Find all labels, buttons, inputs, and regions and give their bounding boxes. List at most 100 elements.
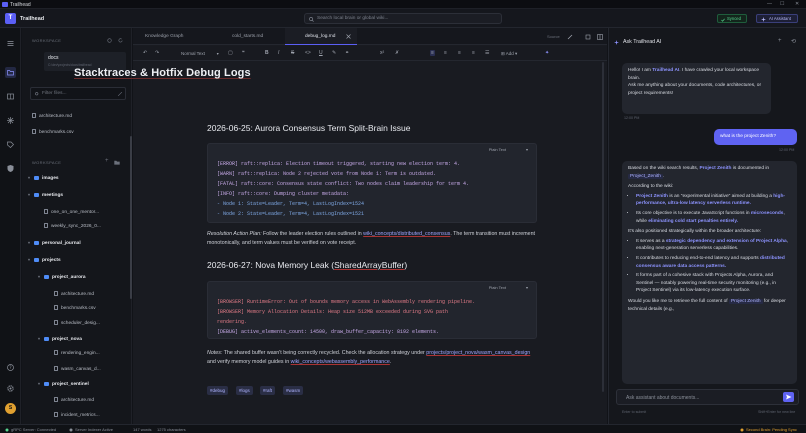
- graph-icon[interactable]: [5, 115, 16, 126]
- message-timestamp: 12:00 PM: [624, 116, 640, 120]
- tag-wasm[interactable]: #wasm: [283, 386, 304, 395]
- new-file-icon[interactable]: +: [105, 158, 109, 164]
- editor-scrollbar[interactable]: [602, 62, 604, 392]
- tree-folder-item[interactable]: ▾ meetings: [28, 192, 63, 200]
- gear-icon[interactable]: [5, 383, 16, 394]
- wiki-link-project-zenith[interactable]: Project_Zenith: [628, 173, 663, 179]
- global-search-input[interactable]: Search local brain or global wiki...: [304, 13, 502, 24]
- code-language-select[interactable]: Plain Text ▾: [489, 285, 528, 290]
- tree-file-item[interactable]: one_on_one_mentor...: [38, 209, 99, 217]
- tab-bar: Knowledge Graph cold_starts.md debug_log…: [133, 28, 607, 45]
- link-icon[interactable]: ⚭: [345, 50, 349, 56]
- tree-folder-item[interactable]: ▾ projects: [28, 257, 61, 265]
- tree-folder-item[interactable]: ▾ personal_journal: [28, 240, 81, 248]
- tab-cold-starts[interactable]: cold_starts.md: [212, 28, 276, 45]
- file-icon: [54, 350, 58, 355]
- underline-icon[interactable]: U: [319, 50, 323, 56]
- align-justify-icon[interactable]: ≡: [472, 50, 475, 56]
- layout-icon[interactable]: [597, 34, 603, 40]
- chat-hint-right: Shift+Enter for new line: [758, 410, 796, 414]
- sidebar-file-architecture[interactable]: architecture.md: [32, 113, 72, 121]
- new-folder-icon[interactable]: [114, 160, 120, 165]
- mode-label[interactable]: Source: [547, 34, 560, 39]
- synced-badge[interactable]: Synced: [717, 14, 747, 23]
- undo-icon[interactable]: ↶: [143, 50, 147, 56]
- list-icon[interactable]: ☰: [485, 50, 489, 56]
- tree-file-item[interactable]: scheduler_desig...: [48, 320, 100, 328]
- tree-file-item[interactable]: rendering_engin...: [48, 350, 100, 358]
- edit-icon[interactable]: [567, 34, 573, 40]
- shield-icon[interactable]: [5, 163, 16, 174]
- tree-folder-item[interactable]: ▾ project_nova: [38, 336, 82, 344]
- strike-icon[interactable]: S: [291, 50, 294, 56]
- maximize-icon[interactable]: ☐: [780, 1, 784, 7]
- wiki-link-wasm-canvas[interactable]: projects/project_nova/wasm_canvas_design: [426, 350, 530, 356]
- wiki-link-webassembly-performance[interactable]: wiki_concepts/webassembly_performance: [291, 359, 390, 365]
- tag-raft[interactable]: #raft: [260, 386, 276, 395]
- copy-icon[interactable]: [585, 34, 591, 40]
- sidebar-scrollbar[interactable]: [130, 136, 132, 299]
- highlight-icon[interactable]: ✎: [332, 50, 336, 56]
- tag-icon[interactable]: [5, 139, 16, 150]
- tree-folder-item[interactable]: ▾ project_sentinel: [38, 381, 89, 389]
- align-right-icon[interactable]: ≡: [458, 50, 461, 56]
- search-icon: [309, 17, 314, 22]
- wiki-link-distributed-consensus[interactable]: wiki_concepts/distributed_consensus: [363, 231, 450, 237]
- assistant-message-2: Based on the wiki search results, Projec…: [622, 161, 797, 384]
- tree-file-item[interactable]: incident_metrics...: [48, 412, 100, 420]
- collapse-icon[interactable]: [118, 92, 122, 96]
- tree-folder-item[interactable]: ▾ project_aurora: [38, 274, 86, 282]
- code-language-select[interactable]: Plain Text ▾: [489, 147, 528, 152]
- align-left-icon[interactable]: ≡: [430, 50, 435, 56]
- close-tab-icon[interactable]: [346, 34, 351, 39]
- filter-files-input[interactable]: Filter files...: [30, 87, 126, 100]
- code-line: [ERROR] raft::replica: Election timeout …: [217, 161, 461, 167]
- tree-item-label: project_sentinel: [52, 382, 89, 387]
- book-icon[interactable]: [5, 91, 16, 102]
- avatar[interactable]: S: [5, 403, 16, 414]
- code-block-2[interactable]: Plain Text ▾ [BROWSER] RuntimeError: Out…: [207, 281, 537, 339]
- menu-icon[interactable]: [5, 38, 16, 49]
- server-status: gRPC Server: Connected: [11, 427, 57, 432]
- minimize-icon[interactable]: —: [767, 1, 772, 7]
- ai-assistant-button[interactable]: AI Assistant: [756, 14, 798, 23]
- ai-sparkle-icon[interactable]: ✦: [545, 50, 549, 56]
- code-block-1[interactable]: Plain Text ▾ [ERROR] raft::replica: Elec…: [207, 143, 537, 223]
- code-block-icon[interactable]: ▢: [228, 50, 233, 56]
- tree-folder-item[interactable]: ▾ images: [28, 175, 59, 183]
- brain-sync-status[interactable]: Second Brain: Pending Sync: [746, 427, 797, 432]
- clear-format-icon[interactable]: ✗: [395, 50, 399, 56]
- settings-icon[interactable]: [107, 38, 112, 43]
- tag-logs[interactable]: #logs: [236, 386, 253, 395]
- italic-icon[interactable]: I: [278, 50, 279, 56]
- tree-item-label: architecture.md: [61, 291, 95, 297]
- history-icon[interactable]: ⟲: [791, 38, 796, 45]
- tree-file-item[interactable]: wasm_canvas_d...: [48, 366, 101, 374]
- add-block-button[interactable]: ⊞ Add ▾: [501, 51, 517, 57]
- refresh-icon[interactable]: [118, 38, 123, 43]
- tree-file-item[interactable]: architecture.md: [48, 291, 94, 299]
- text-style-select[interactable]: Normal Text: [181, 51, 205, 56]
- bold-icon[interactable]: B: [265, 50, 269, 56]
- align-center-icon[interactable]: ≡: [444, 50, 447, 56]
- tag-debug[interactable]: #debug: [207, 386, 229, 395]
- superscript-icon[interactable]: x²: [380, 50, 384, 56]
- code-line: - Node 2: State=Leader, Term=4, LastLogI…: [217, 211, 365, 217]
- chat-input[interactable]: Ask assistant about documents...: [616, 389, 799, 405]
- tab-knowledge-graph[interactable]: Knowledge Graph: [133, 28, 199, 45]
- send-icon: [786, 394, 792, 400]
- new-chat-icon[interactable]: +: [778, 38, 782, 44]
- sidebar-file-benchmarks[interactable]: benchmarks.csv: [32, 129, 74, 137]
- file-icon: [44, 223, 48, 228]
- quote-icon[interactable]: ❝: [242, 50, 245, 56]
- tree-file-item[interactable]: architecture.md: [48, 397, 94, 405]
- help-icon[interactable]: ?: [5, 362, 16, 373]
- code-line: [FATAL] raft::core: Consensus state conf…: [217, 181, 470, 187]
- inline-code-icon[interactable]: <>: [305, 50, 311, 56]
- send-button[interactable]: [783, 392, 794, 402]
- close-icon[interactable]: ✕: [795, 1, 799, 7]
- folder-icon[interactable]: [5, 67, 16, 78]
- redo-icon[interactable]: ↷: [155, 50, 159, 56]
- tree-file-item[interactable]: weekly_sync_2026_0...: [38, 223, 101, 231]
- tree-file-item[interactable]: benchmarks.csv: [48, 305, 96, 313]
